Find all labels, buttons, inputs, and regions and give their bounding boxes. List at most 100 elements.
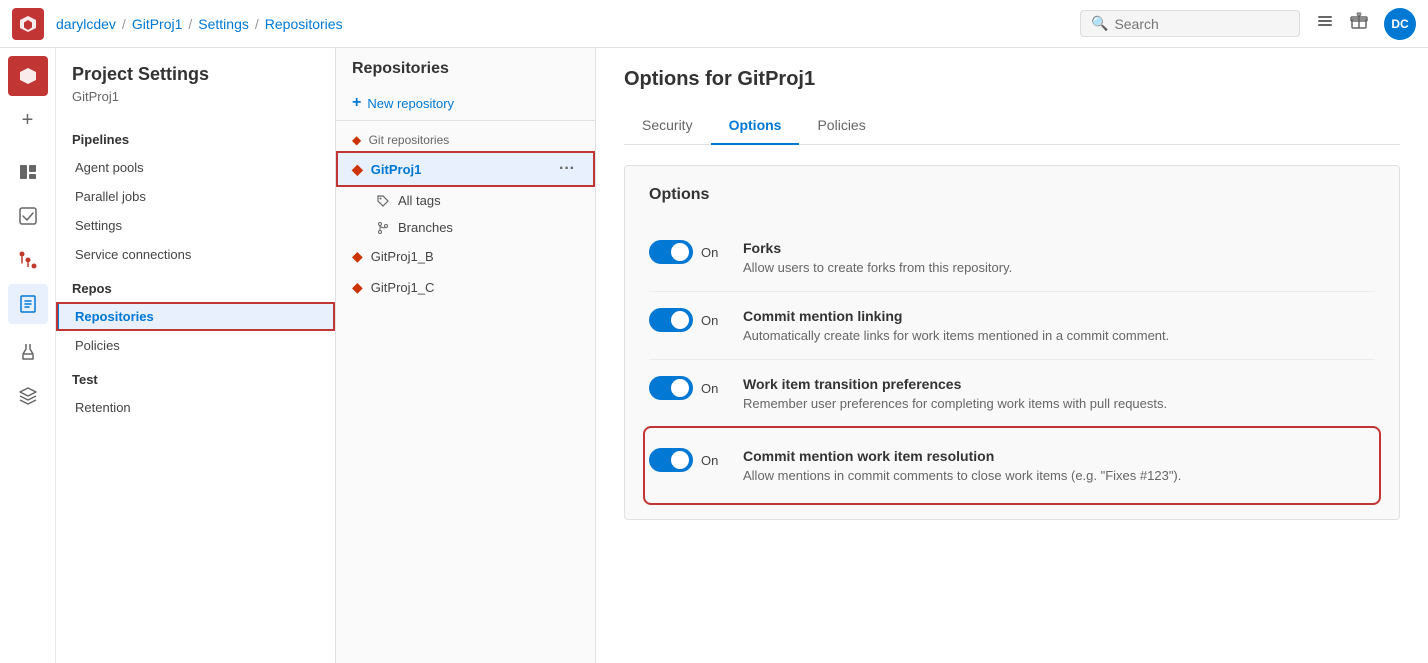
commit-linking-name: Commit mention linking [743,308,1375,324]
sidebar-subtitle: GitProj1 [56,89,335,120]
forks-name: Forks [743,240,1375,256]
commit-linking-toggle[interactable] [649,308,693,332]
sidebar-section-test: Test [56,360,335,393]
rail-icon-plus[interactable]: + [8,100,48,140]
git-repositories-label: ◆ Git repositories [336,129,595,151]
breadcrumb-repositories[interactable]: Repositories [265,16,343,32]
sidebar-item-agent-pools[interactable]: Agent pools [56,153,335,182]
main-layout: + [0,48,1428,663]
rail-icon-pipelines[interactable] [8,240,48,280]
work-item-transition-desc: Remember user preferences for completing… [743,396,1375,411]
option-row-forks: On Forks Allow users to create forks fro… [649,224,1375,292]
rail-icon-repos[interactable] [8,284,48,324]
commit-resolution-toggle-wrapper: On [649,448,719,472]
repo-panel-title: Repositories [336,60,595,86]
content-tabs: Security Options Policies [624,107,1400,145]
new-repository-button[interactable]: + New repository [336,86,595,121]
tab-options[interactable]: Options [711,107,800,145]
plus-icon: + [352,94,361,112]
topbar: darylcdev / GitProj1 / Settings / Reposi… [0,0,1428,48]
forks-desc: Allow users to create forks from this re… [743,260,1375,275]
work-item-transition-content: Work item transition preferences Remembe… [743,376,1375,411]
sidebar-section-pipelines: Pipelines [56,120,335,153]
commit-linking-content: Commit mention linking Automatically cre… [743,308,1375,343]
rail-icon-check[interactable] [8,196,48,236]
repo-icon-gitproj1b: ◆ [352,248,363,265]
commit-linking-toggle-label: On [701,313,718,328]
repo-panel: Repositories + New repository ◆ Git repo… [336,48,596,663]
work-item-transition-toggle[interactable] [649,376,693,400]
forks-toggle-thumb [671,243,689,261]
work-item-transition-toggle-label: On [701,381,718,396]
option-row-commit-resolution: On Commit mention work item resolution A… [649,432,1375,499]
search-input[interactable] [1114,16,1289,32]
sidebar-item-policies[interactable]: Policies [56,331,335,360]
forks-toggle[interactable] [649,240,693,264]
commit-resolution-toggle[interactable] [649,448,693,472]
commit-resolution-toggle-label: On [701,453,718,468]
commit-linking-desc: Automatically create links for work item… [743,328,1375,343]
sidebar-item-retention[interactable]: Retention [56,393,335,422]
tab-security[interactable]: Security [624,107,711,145]
sidebar-title: Project Settings [56,64,335,89]
repo-item-gitproj1[interactable]: ◆ GitProj1 ··· [336,151,595,187]
forks-toggle-wrapper: On [649,240,719,264]
sidebar-item-parallel-jobs[interactable]: Parallel jobs [56,182,335,211]
commit-resolution-toggle-track[interactable] [649,448,693,472]
repo-icon-gitproj1: ◆ [352,161,363,178]
tag-icon [376,194,390,208]
commit-resolution-toggle-thumb [671,451,689,469]
forks-toggle-track[interactable] [649,240,693,264]
options-section: Options On Forks Allow users to create f… [624,165,1400,520]
work-item-transition-toggle-thumb [671,379,689,397]
rail-icon-testplans[interactable] [8,332,48,372]
tab-policies[interactable]: Policies [799,107,883,145]
options-title: Options [649,186,1375,204]
sidebar-item-settings[interactable]: Settings [56,211,335,240]
search-icon: 🔍 [1091,15,1108,32]
forks-content: Forks Allow users to create forks from t… [743,240,1375,275]
content-area: Options for GitProj1 Security Options Po… [596,48,1428,663]
repo-subitem-all-tags[interactable]: All tags [336,187,595,214]
option-row-commit-mention-linking: On Commit mention linking Automatically … [649,292,1375,360]
work-item-transition-toggle-track[interactable] [649,376,693,400]
git-repos-icon: ◆ [352,133,361,147]
work-item-transition-toggle-wrapper: On [649,376,719,400]
commit-linking-toggle-track[interactable] [649,308,693,332]
repo-item-gitproj1b[interactable]: ◆ GitProj1_B [336,241,595,272]
sidebar: Project Settings GitProj1 Pipelines Agen… [56,48,336,663]
topbar-icons: DC [1316,8,1416,40]
commit-resolution-name: Commit mention work item resolution [743,448,1375,464]
option-row-work-item-transition: On Work item transition preferences Reme… [649,360,1375,428]
rail-icon-board[interactable] [8,152,48,192]
sidebar-item-service-connections[interactable]: Service connections [56,240,335,269]
commit-resolution-content: Commit mention work item resolution Allo… [743,448,1375,483]
repo-item-gitproj1c[interactable]: ◆ GitProj1_C [336,272,595,303]
repo-item-more-button[interactable]: ··· [555,158,579,180]
commit-linking-toggle-wrapper: On [649,308,719,332]
repo-icon-gitproj1c: ◆ [352,279,363,296]
sidebar-item-repositories[interactable]: Repositories [56,302,335,331]
breadcrumb-sep3: / [255,16,259,32]
forks-toggle-label: On [701,245,718,260]
list-icon[interactable] [1316,12,1334,35]
app-logo[interactable] [12,8,44,40]
rail-icon-artifacts[interactable] [8,376,48,416]
sidebar-section-repos: Repos [56,269,335,302]
commit-linking-toggle-thumb [671,311,689,329]
breadcrumb-project[interactable]: GitProj1 [132,16,183,32]
breadcrumb-sep2: / [188,16,192,32]
content-title: Options for GitProj1 [624,68,1400,91]
work-item-transition-name: Work item transition preferences [743,376,1375,392]
rail-icon-logo[interactable] [8,56,48,96]
branch-icon [376,221,390,235]
commit-resolution-desc: Allow mentions in commit comments to clo… [743,468,1375,483]
breadcrumb: darylcdev / GitProj1 / Settings / Reposi… [56,16,1080,32]
search-box[interactable]: 🔍 [1080,10,1300,37]
user-avatar[interactable]: DC [1384,8,1416,40]
breadcrumb-settings[interactable]: Settings [198,16,249,32]
breadcrumb-org[interactable]: darylcdev [56,16,116,32]
repo-subitem-branches[interactable]: Branches [336,214,595,241]
breadcrumb-sep1: / [122,16,126,32]
gift-icon[interactable] [1350,12,1368,35]
